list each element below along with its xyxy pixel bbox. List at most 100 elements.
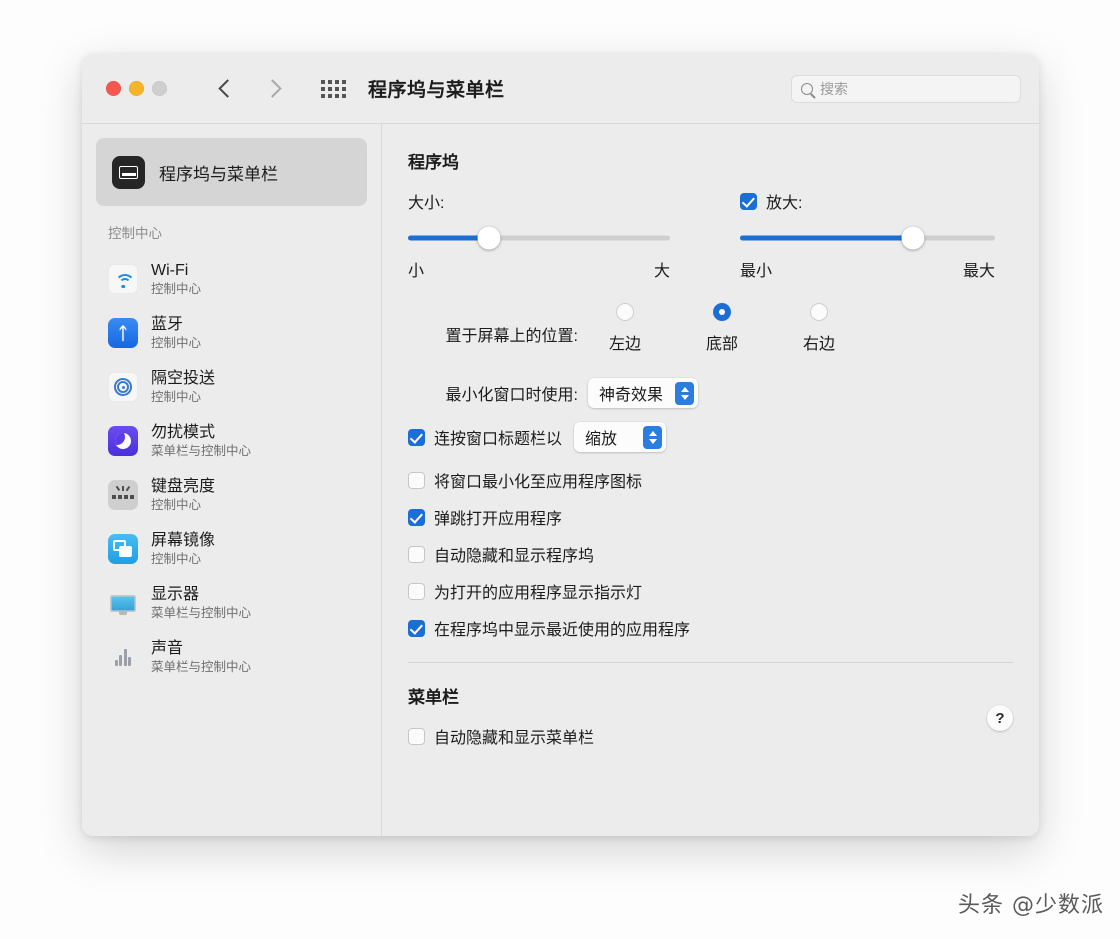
- window-body: 程序坞与菜单栏 控制中心 Wi-Fi 控制中心 ᛏ 蓝牙 控制中心: [82, 124, 1039, 836]
- sidebar-item-title: 隔空投送: [151, 369, 215, 389]
- double-click-titlebar-checkbox[interactable]: [408, 429, 425, 446]
- sidebar-item-do-not-disturb[interactable]: 勿扰模式 菜单栏与控制中心: [82, 414, 381, 468]
- checkbox[interactable]: [408, 509, 425, 526]
- radio-button[interactable]: [616, 303, 634, 321]
- sidebar-item-title: 蓝牙: [151, 315, 201, 335]
- radio-label: 右边: [803, 330, 835, 354]
- sidebar-item-display[interactable]: 显示器 菜单栏与控制中心: [82, 576, 381, 630]
- radio-label: 底部: [706, 330, 738, 354]
- content-pane: 程序坞 大小: 小 大: [382, 124, 1039, 836]
- checkbox-minimize-into-app-icon[interactable]: 将窗口最小化至应用程序图标: [408, 468, 1013, 492]
- help-button[interactable]: ?: [987, 705, 1013, 731]
- magnification-max-label: 最大: [963, 257, 995, 281]
- traffic-lights: [106, 81, 167, 96]
- dock-size-slider[interactable]: [408, 225, 670, 251]
- sidebar-item-title: Wi-Fi: [151, 261, 201, 281]
- radio-option-bottom[interactable]: 底部: [697, 303, 747, 354]
- magnification-checkbox[interactable]: [740, 193, 757, 210]
- show-all-grid-icon[interactable]: [321, 80, 346, 98]
- checkbox-label: 自动隐藏和显示程序坞: [434, 542, 594, 566]
- checkbox-auto-hide-dock[interactable]: 自动隐藏和显示程序坞: [408, 542, 1013, 566]
- do-not-disturb-icon: [108, 426, 138, 456]
- grid-dot: [328, 94, 332, 98]
- sidebar-item-airdrop[interactable]: 隔空投送 控制中心: [82, 360, 381, 414]
- radio-option-right[interactable]: 右边: [794, 303, 844, 354]
- keyboard-brightness-icon: [108, 480, 138, 510]
- dock-position-label: 置于屏幕上的位置:: [408, 303, 578, 346]
- watermark: 头条 @少数派: [958, 887, 1104, 919]
- sidebar-item-subtitle: 控制中心: [151, 282, 201, 298]
- grid-dot: [342, 87, 346, 91]
- slider-row: 大小: 小 大 放大: [408, 189, 1013, 281]
- sidebar-item-subtitle: 菜单栏与控制中心: [151, 444, 251, 460]
- checkbox[interactable]: [408, 583, 425, 600]
- minimize-effect-label: 最小化窗口时使用:: [408, 381, 578, 405]
- sidebar-item-subtitle: 控制中心: [151, 552, 215, 568]
- chevron-updown-icon: [675, 382, 694, 405]
- sidebar: 程序坞与菜单栏 控制中心 Wi-Fi 控制中心 ᛏ 蓝牙 控制中心: [82, 124, 381, 836]
- radio-label: 左边: [609, 330, 641, 354]
- navigation-buttons: [215, 79, 283, 99]
- sidebar-selected-label: 程序坞与菜单栏: [159, 160, 278, 185]
- checkbox-label: 将窗口最小化至应用程序图标: [434, 468, 642, 492]
- radio-button[interactable]: [810, 303, 828, 321]
- sidebar-item-subtitle: 菜单栏与控制中心: [151, 660, 251, 676]
- checkbox[interactable]: [408, 472, 425, 489]
- search-input[interactable]: [820, 81, 1011, 97]
- checkbox[interactable]: [408, 728, 425, 745]
- magnification-min-label: 最小: [740, 257, 772, 281]
- sidebar-item-subtitle: 控制中心: [151, 390, 215, 406]
- sidebar-item-keyboard-brightness[interactable]: 键盘亮度 控制中心: [82, 468, 381, 522]
- bluetooth-icon: ᛏ: [108, 318, 138, 348]
- minimize-button[interactable]: [129, 81, 144, 96]
- sidebar-item-bluetooth[interactable]: ᛏ 蓝牙 控制中心: [82, 306, 381, 360]
- slider-knob[interactable]: [902, 227, 925, 250]
- wifi-icon: [108, 264, 138, 294]
- checkbox-animate-opening-apps[interactable]: 弹跳打开应用程序: [408, 505, 1013, 529]
- sidebar-item-title: 勿扰模式: [151, 423, 251, 443]
- grid-dot: [321, 80, 325, 84]
- checkbox-show-recent-apps[interactable]: 在程序坞中显示最近使用的应用程序: [408, 616, 1013, 640]
- double-click-action-popup[interactable]: 缩放: [574, 422, 666, 452]
- screen-mirroring-icon: [108, 534, 138, 564]
- slider-fill: [740, 236, 913, 241]
- window-titlebar: 程序坞与菜单栏: [82, 54, 1039, 124]
- sidebar-item-screen-mirroring[interactable]: 屏幕镜像 控制中心: [82, 522, 381, 576]
- minimize-effect-popup[interactable]: 神奇效果: [588, 378, 698, 408]
- grid-dot: [328, 80, 332, 84]
- sound-icon: [108, 642, 138, 672]
- search-field[interactable]: [791, 75, 1021, 103]
- grid-dot: [335, 94, 339, 98]
- checkbox-show-indicators[interactable]: 为打开的应用程序显示指示灯: [408, 579, 1013, 603]
- sidebar-item-subtitle: 菜单栏与控制中心: [151, 606, 251, 622]
- grid-dot: [335, 87, 339, 91]
- sidebar-item-wifi[interactable]: Wi-Fi 控制中心: [82, 252, 381, 306]
- dock-size-control: 大小: 小 大: [408, 189, 670, 281]
- slider-knob[interactable]: [478, 227, 501, 250]
- chevron-updown-icon: [643, 426, 662, 449]
- back-chevron-icon[interactable]: [215, 79, 235, 99]
- dock-magnification-slider[interactable]: [740, 225, 995, 251]
- forward-chevron-icon[interactable]: [263, 79, 283, 99]
- dock-menubar-icon: [112, 156, 145, 189]
- radio-option-left[interactable]: 左边: [600, 303, 650, 354]
- display-icon: [108, 588, 138, 618]
- checkbox-label: 弹跳打开应用程序: [434, 505, 562, 529]
- sidebar-item-sound[interactable]: 声音 菜单栏与控制中心: [82, 630, 381, 684]
- checkbox[interactable]: [408, 546, 425, 563]
- sidebar-item-title: 声音: [151, 639, 251, 659]
- grid-dot: [335, 80, 339, 84]
- minimize-effect-value: 神奇效果: [599, 381, 663, 405]
- double-click-titlebar-control: 连按窗口标题栏以 缩放: [408, 422, 1013, 452]
- checkbox-auto-hide-menubar[interactable]: 自动隐藏和显示菜单栏: [408, 724, 1013, 748]
- close-button[interactable]: [106, 81, 121, 96]
- minimize-effect-control: 最小化窗口时使用: 神奇效果: [408, 378, 1013, 408]
- sidebar-item-dock-menubar[interactable]: 程序坞与菜单栏: [96, 138, 367, 206]
- checkbox[interactable]: [408, 620, 425, 637]
- checkbox-label: 自动隐藏和显示菜单栏: [434, 724, 594, 748]
- grid-dot: [342, 80, 346, 84]
- zoom-button[interactable]: [152, 81, 167, 96]
- menubar-section-title: 菜单栏: [408, 683, 1013, 708]
- radio-button[interactable]: [713, 303, 731, 321]
- dock-size-label: 大小:: [408, 189, 670, 213]
